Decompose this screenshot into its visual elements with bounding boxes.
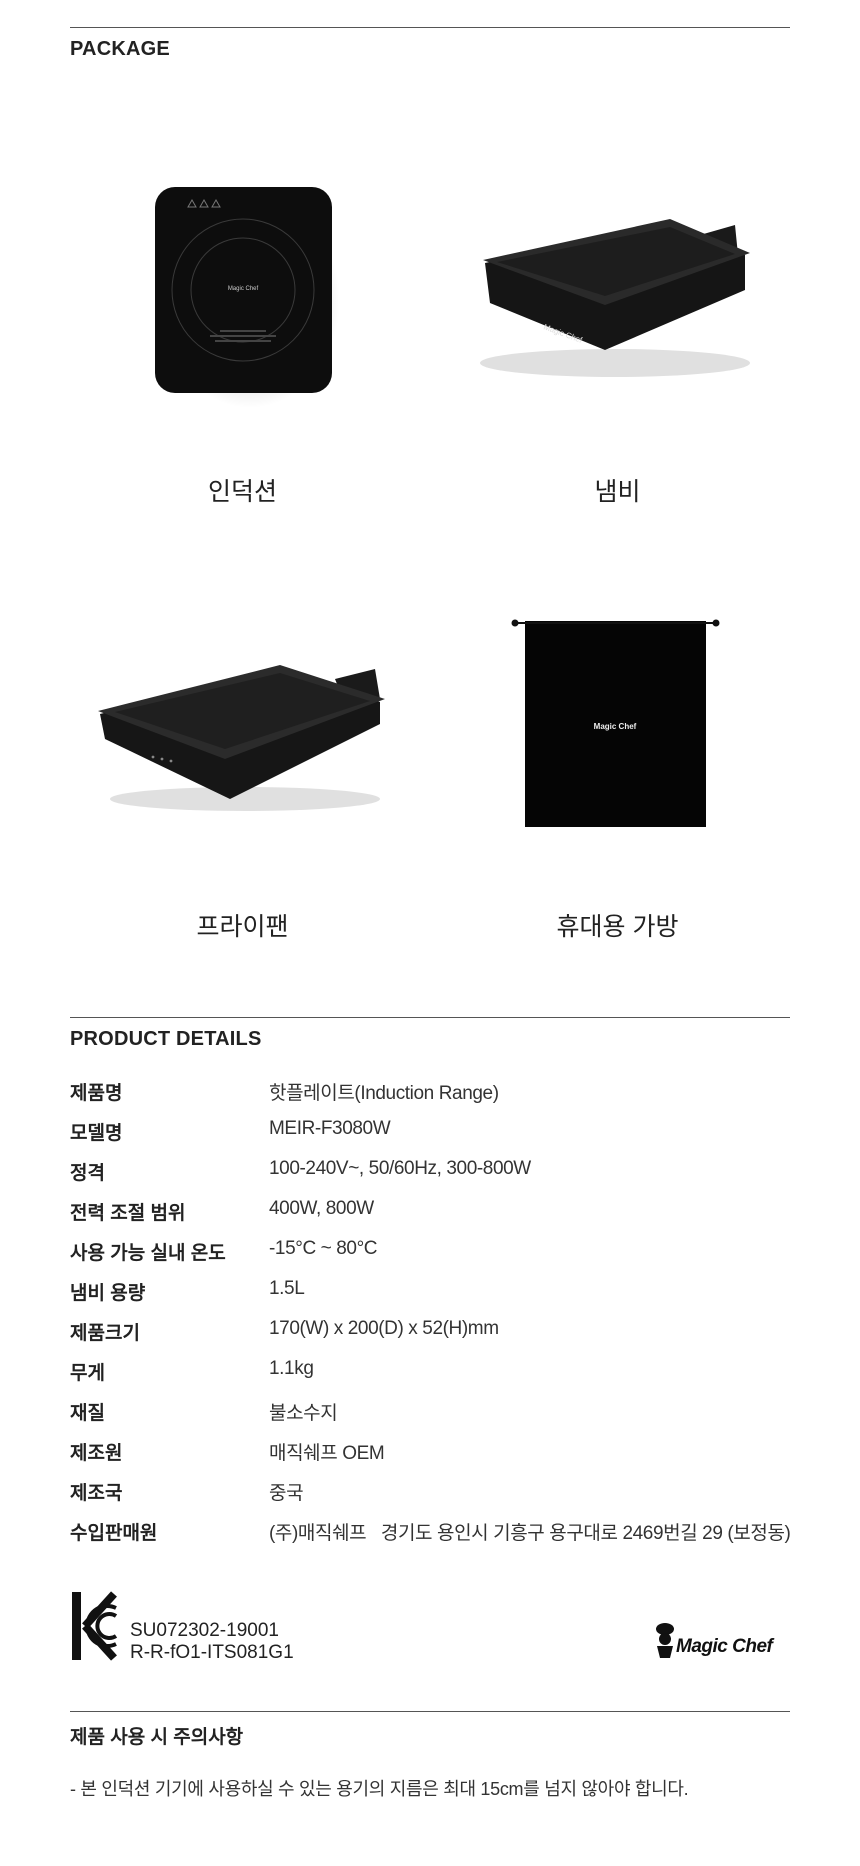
details-row: 수입판매원 (주)매직쉐프 경기도 용인시 기흥구 용구대로 2469번길 29… [70,1518,791,1548]
package-caption-induction: 인덕션 [207,478,277,506]
carry-bag-image: Magic Chef [511,619,720,827]
details-row: 제품크기 170(W) x 200(D) x 52(H)mm [70,1318,790,1348]
details-label: 제품크기 [70,1323,140,1344]
bag-logo: Magic Chef [594,722,637,731]
frying-pan-image [98,665,385,811]
details-row: 재질 불소수지 [70,1398,790,1428]
details-row: 제품명 핫플레이트(Induction Range) [70,1078,790,1108]
details-value: -15°C ~ 80°C [269,1238,378,1259]
details-label: 제조국 [70,1483,123,1504]
details-divider [70,1017,790,1018]
details-label: 정격 [70,1163,105,1184]
package-caption-frying-pan: 프라이팬 [196,913,289,941]
details-value: 매직쉐프 OEM [269,1443,385,1464]
package-caption-carry-bag: 휴대용 가방 [556,913,679,941]
package-caption-pot: 냄비 [594,478,641,506]
kc-codes: SU072302-19001 R-R-fO1-ITS081G1 [130,1620,294,1664]
package-card-pot: Magic Chef [445,115,790,460]
details-value: MEIR-F3080W [269,1118,391,1139]
details-value: 1.1kg [269,1358,314,1379]
details-value: 1.5L [269,1278,305,1299]
package-title: PACKAGE [70,38,170,60]
details-label: 제조원 [70,1443,123,1464]
chef-hat-icon [656,1623,674,1658]
package-card-frying-pan [70,549,415,894]
pot-image: Magic Chef [480,219,750,377]
details-row: 무게 1.1kg [70,1358,790,1388]
details-value: 100-240V~, 50/60Hz, 300-800W [269,1158,531,1179]
notice-title: 제품 사용 시 주의사항 [70,1727,244,1748]
details-row: 정격 100-240V~, 50/60Hz, 300-800W [70,1158,790,1188]
details-row: 전력 조절 범위 400W, 800W [70,1198,790,1228]
details-label: 제품명 [70,1083,123,1104]
package-card-carry-bag: Magic Chef [445,549,790,894]
details-label: 냄비 용량 [70,1283,146,1304]
details-value: 불소수지 [269,1403,338,1424]
details-value: (주)매직쉐프 경기도 용인시 기흥구 용구대로 2469번길 29 (보정동) [269,1523,791,1544]
induction-cooktop-image: Magic Chef [155,187,340,408]
notice-divider [70,1711,790,1712]
details-value: 400W, 800W [269,1198,374,1219]
details-row: 제조국 중국 [70,1478,790,1508]
kc-code-1: SU072302-19001 [130,1620,279,1641]
notice-text: - 본 인덕션 기기에 사용하실 수 있는 용기의 지름은 최대 15cm를 넘… [70,1779,689,1799]
details-row: 냄비 용량 1.5L [70,1278,790,1308]
details-label: 무게 [70,1363,105,1384]
details-label: 재질 [70,1403,105,1424]
details-value: 중국 [269,1483,304,1504]
details-row: 사용 가능 실내 온도 -15°C ~ 80°C [70,1238,790,1268]
top-divider [70,27,790,28]
induction-logo: Magic Chef [228,286,259,292]
magic-chef-logo-text: Magic Chef [676,1636,773,1657]
details-label: 모델명 [70,1123,123,1144]
details-label: 사용 가능 실내 온도 [70,1243,226,1264]
details-row: 제조원 매직쉐프 OEM [70,1438,790,1468]
details-label: 수입판매원 [70,1523,158,1544]
kc-certification-icon [72,1591,118,1661]
details-value: 170(W) x 200(D) x 52(H)mm [269,1318,499,1339]
package-card-induction: Magic Chef [70,115,415,460]
details-row: 모델명 MEIR-F3080W [70,1118,790,1148]
details-title: PRODUCT DETAILS [70,1028,262,1050]
kc-code-2: R-R-fO1-ITS081G1 [130,1642,294,1663]
magic-chef-logo: Magic Chef [652,1622,792,1667]
details-label: 전력 조절 범위 [70,1203,186,1224]
details-value: 핫플레이트(Induction Range) [269,1083,499,1104]
